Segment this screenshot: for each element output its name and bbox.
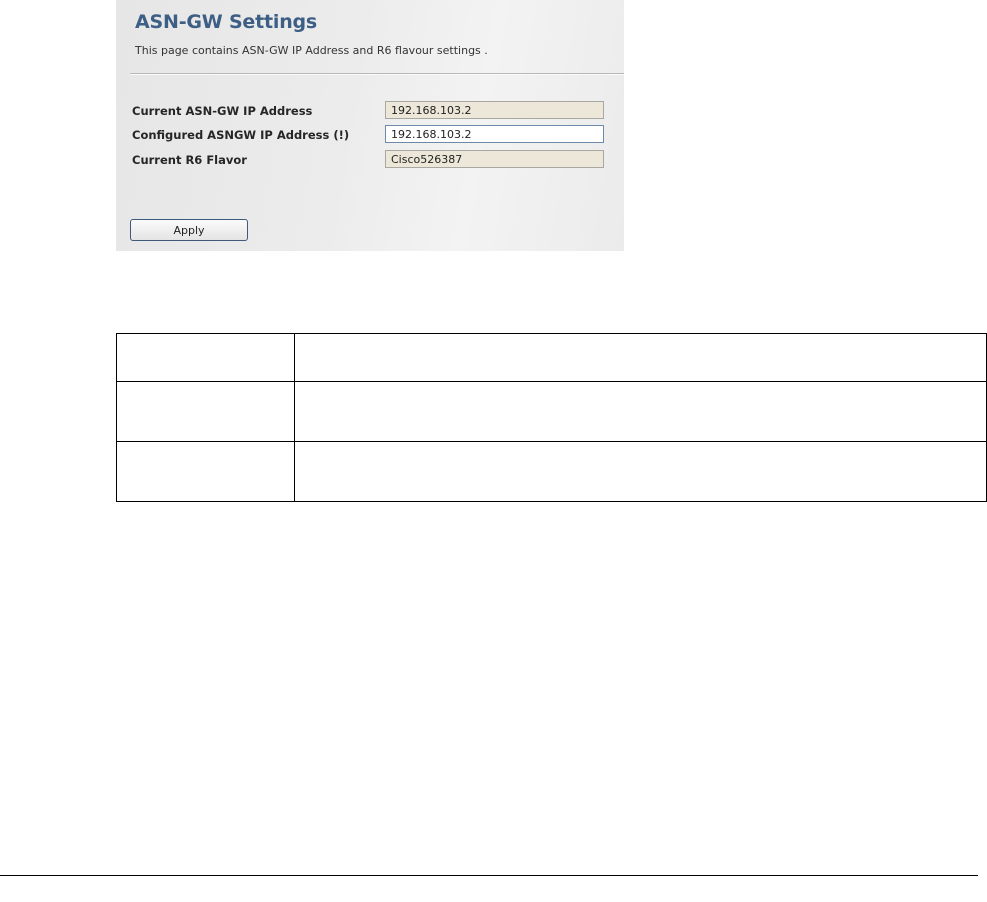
table-row: [116, 441, 987, 502]
configured-asngw-ip-row: Configured ASNGW IP Address (!): [132, 125, 612, 145]
current-asngw-ip-field: [385, 101, 604, 119]
table-cell: [294, 381, 987, 442]
table-header-row: [116, 333, 987, 382]
table-cell: [116, 381, 295, 442]
current-asngw-ip-label: Current ASN-GW IP Address: [132, 104, 313, 118]
footer-divider: [0, 875, 978, 876]
current-r6-flavor-row: Current R6 Flavor: [132, 150, 612, 170]
asngw-settings-panel: ASN-GW Settings This page contains ASN-G…: [116, 0, 624, 251]
page-subtitle: This page contains ASN-GW IP Address and…: [135, 44, 488, 57]
description-table: [116, 333, 987, 502]
table-cell: [294, 333, 987, 382]
header-divider: [130, 73, 624, 75]
current-asngw-ip-row: Current ASN-GW IP Address: [132, 101, 612, 121]
table-cell: [294, 441, 987, 502]
table-row: [116, 381, 987, 442]
configured-asngw-ip-input[interactable]: [385, 125, 604, 143]
table-cell: [116, 333, 295, 382]
current-r6-flavor-label: Current R6 Flavor: [132, 153, 247, 167]
apply-button[interactable]: Apply: [130, 219, 248, 241]
table-cell: [116, 441, 295, 502]
current-r6-flavor-field: [385, 150, 604, 168]
configured-asngw-ip-label: Configured ASNGW IP Address (!): [132, 128, 350, 142]
page-title: ASN-GW Settings: [135, 11, 318, 33]
